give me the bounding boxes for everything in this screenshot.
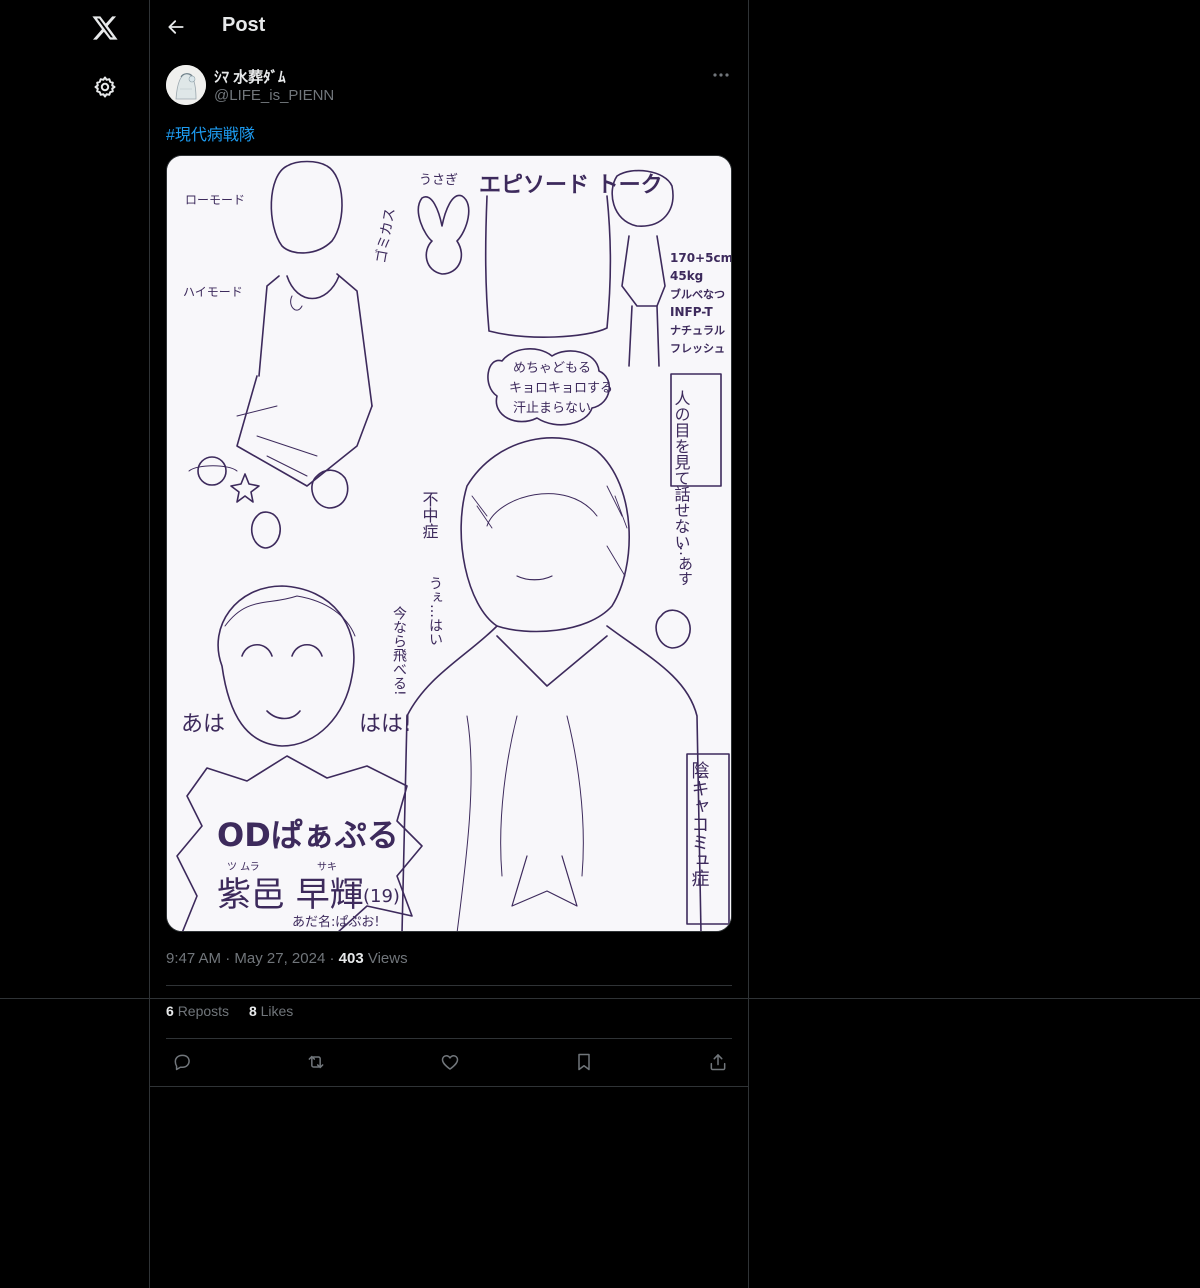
repost-button[interactable] <box>304 1050 328 1074</box>
post-stats: 6 Reposts 8 Likes <box>166 1003 309 1019</box>
illustration: エピソード トーク うさぎ ローモード ハイモード 170+5cm 45kg ブ… <box>167 156 732 931</box>
illustration-age: (19) <box>363 886 400 907</box>
views-label: Views <box>367 950 408 967</box>
thread-divider <box>150 1086 749 1087</box>
post-author: ｼﾏ 水葬ﾀﾞﾑ @LIFE_is_PIENN <box>166 65 732 107</box>
likes-label: Likes <box>260 1003 294 1019</box>
illustration-stat-mbti: INFP-T <box>670 305 714 319</box>
divider <box>166 985 732 986</box>
meta-separator: · <box>225 950 231 967</box>
reposts-count: 6 <box>166 1003 174 1019</box>
more-dots-icon <box>713 73 729 77</box>
x-logo-icon[interactable] <box>89 12 121 44</box>
illustration-haha: はは! <box>359 712 412 737</box>
illustration-od: ODぱぁぷる <box>217 816 399 854</box>
section-divider <box>0 998 1200 999</box>
post-hashtag[interactable]: #現代病戦隊 <box>166 121 255 145</box>
views-count: 403 <box>338 950 364 967</box>
illustration-ue: うぇ…はい <box>427 576 443 646</box>
illustration-stat-height: 170+5cm <box>670 251 732 265</box>
heart-icon <box>441 1055 459 1070</box>
illustration-ahaha: あは <box>181 712 225 737</box>
post-image[interactable]: エピソード トーク うさぎ ローモード ハイモード 170+5cm 45kg ブ… <box>166 155 732 932</box>
author-handle[interactable]: @LIFE_is_PIENN <box>214 87 334 104</box>
post-meta: 9:47 AM · May 27, 2024 · 403 Views <box>166 950 408 967</box>
illustration-bubble-line-2: キョロキョロする <box>509 381 613 396</box>
repost-icon <box>308 1055 324 1069</box>
like-button[interactable] <box>438 1050 462 1074</box>
illustration-stat-natural: ナチュラル <box>670 324 725 337</box>
avatar[interactable] <box>166 65 206 105</box>
illustration-usagi: うさぎ <box>419 173 458 188</box>
post-time[interactable]: 9:47 AM <box>166 950 221 967</box>
divider <box>166 1038 732 1039</box>
illustration-inkya: 陰キャコミュ症 <box>689 761 710 887</box>
share-icon <box>710 1054 726 1071</box>
gear-icon[interactable] <box>90 72 120 102</box>
illustration-ima: 今なら飛べる! <box>391 606 407 696</box>
reply-button[interactable] <box>170 1050 194 1074</box>
page-header: Post <box>150 0 748 54</box>
likes-count: 8 <box>248 1003 257 1019</box>
illustration-name: 紫邑 早輝 <box>217 875 364 915</box>
illustration-title: エピソード トーク <box>479 173 663 198</box>
bookmark-button[interactable] <box>572 1050 596 1074</box>
illustration-lo-mode: ローモード <box>185 193 245 207</box>
illustration-nickname: あだ名:ぱぷお! <box>292 914 380 930</box>
share-button[interactable] <box>706 1050 730 1074</box>
likes-stat[interactable]: 8 Likes <box>249 1003 293 1019</box>
illustration-bubble-line-1: めちゃどもる <box>513 361 591 376</box>
page-title: Post <box>222 14 266 36</box>
reply-icon <box>174 1054 190 1071</box>
illustration-fuchu: 不中症 <box>420 491 439 539</box>
illustration-stat-fresh: フレッシュ <box>670 342 725 355</box>
post-actions <box>166 1050 732 1074</box>
author-display-name[interactable]: ｼﾏ 水葬ﾀﾞﾑ <box>214 66 286 87</box>
illustration-hi-mode: ハイモード <box>183 285 243 299</box>
more-options-button[interactable] <box>710 65 732 85</box>
back-button[interactable] <box>162 13 190 41</box>
reposts-stat[interactable]: 6 Reposts <box>166 1003 229 1019</box>
illustration-furigana-given: サキ <box>317 861 337 873</box>
illustration-eyes-text: 人の目を見て話せない <box>672 390 691 550</box>
meta-separator: · <box>329 950 335 967</box>
post-date[interactable]: May 27, 2024 <box>234 950 325 967</box>
left-nav <box>0 0 150 1288</box>
reposts-label: Reposts <box>177 1003 230 1019</box>
illustration-furigana-surname: ツ ムラ <box>227 861 260 873</box>
post-column: Post ｼﾏ 水葬ﾀﾞﾑ @LIFE_is_PIENN #現代病戦隊 エピソー… <box>150 0 749 1288</box>
illustration-asu: …あす <box>676 541 694 586</box>
illustration-bubble-line-3: 汗止まらない <box>513 401 591 416</box>
arrow-left-icon <box>168 20 184 34</box>
illustration-stat-season: ブルべなつ <box>670 287 725 301</box>
bookmark-icon <box>578 1053 590 1071</box>
illustration-stat-weight: 45kg <box>670 269 703 283</box>
